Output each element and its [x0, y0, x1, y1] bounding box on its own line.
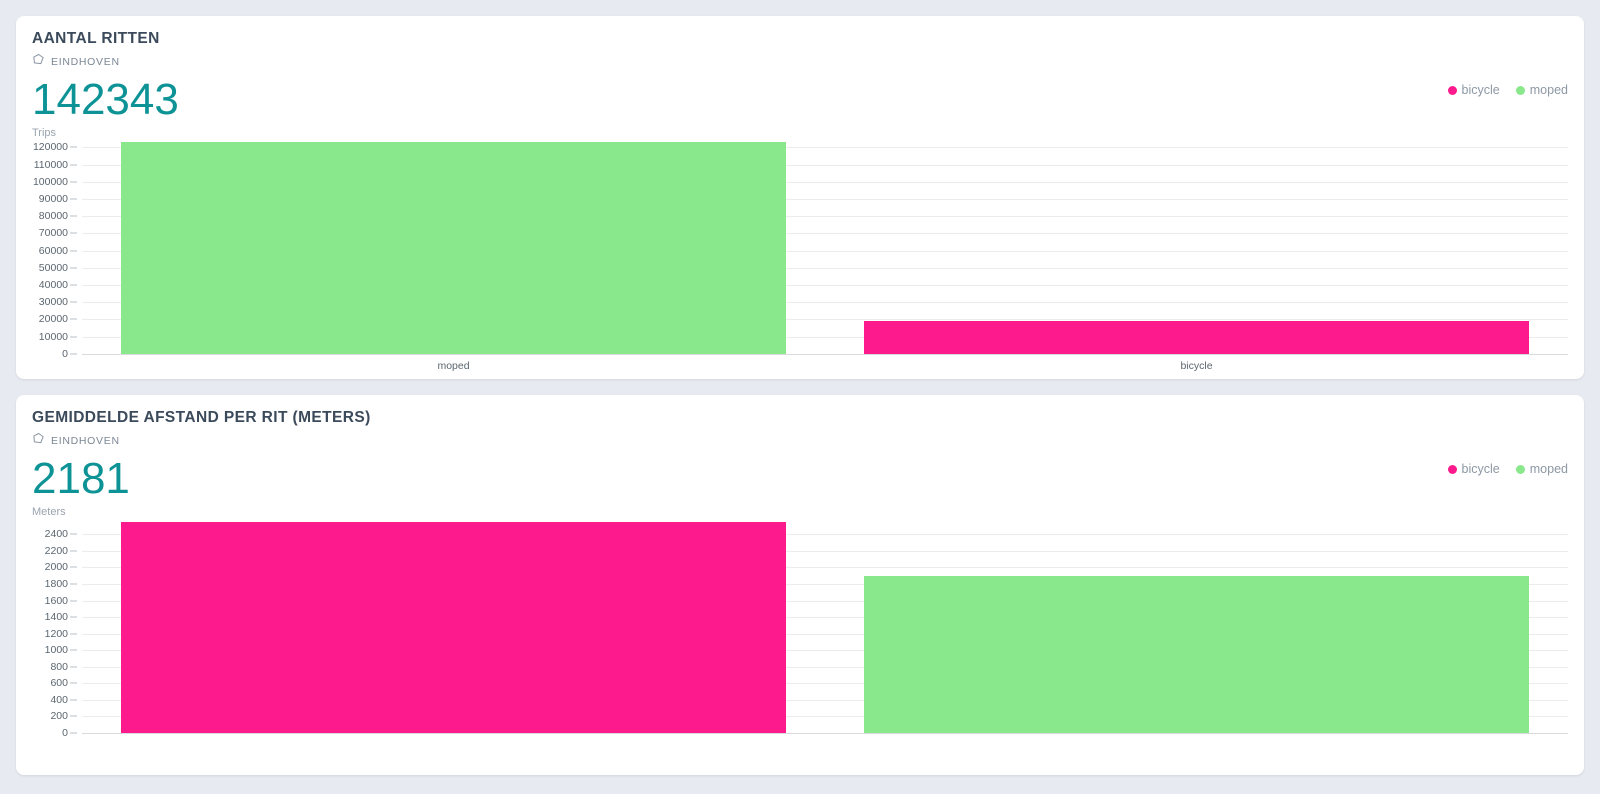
bar-chart-trips: 0 10000 20000 30000 40000 50000 60000 70000 8000… — [16, 139, 1584, 360]
bar-moped[interactable] — [864, 575, 1529, 733]
bar-bicycle[interactable] — [121, 521, 786, 733]
y-axis-tick-mark — [70, 666, 77, 668]
y-axis-tick-label: 40000 — [38, 279, 68, 292]
legend-item-moped[interactable]: moped — [1515, 462, 1568, 476]
legend-label-bicycle: bicycle — [1461, 83, 1500, 97]
y-axis-tick-mark — [70, 600, 77, 602]
metric-unit: Trips — [32, 126, 57, 139]
location-label: EINDHOVEN — [51, 435, 120, 448]
y-axis-tick-label: 600 — [50, 677, 68, 690]
y-axis-tick-label: 1800 — [44, 577, 68, 590]
y-axis-tick-mark — [70, 146, 77, 148]
y-axis-tick-label: 1400 — [44, 611, 68, 624]
y-axis-tick-label: 70000 — [38, 227, 68, 240]
legend-item-bicycle[interactable]: bicycle — [1447, 462, 1500, 476]
chart-legend: bicycle moped — [1447, 83, 1568, 97]
y-axis-tick-label: 2000 — [44, 561, 68, 574]
y-axis-tick-label: 2400 — [44, 528, 68, 541]
y-axis-tick-label: 1200 — [44, 627, 68, 640]
y-axis-tick-label: 110000 — [33, 158, 68, 171]
y-axis-tick-mark — [70, 550, 77, 552]
page-title: GEMIDDELDE AFSTAND PER RIT (METERS) — [32, 409, 371, 426]
y-axis-tick-mark — [70, 633, 77, 635]
y-axis-tick-label: 10000 — [38, 330, 68, 343]
y-axis-tick-label: 30000 — [38, 296, 68, 309]
y-axis-tick-mark — [70, 583, 77, 585]
y-axis-tick-label: 50000 — [38, 261, 68, 274]
y-axis-tick-mark — [70, 232, 77, 234]
location-row: EINDHOVEN — [32, 432, 1568, 450]
x-axis-label: bicycle — [1180, 360, 1213, 372]
x-axis-labels: moped bicycle — [16, 354, 1584, 376]
y-axis-tick-mark — [70, 284, 77, 286]
location-label: EINDHOVEN — [51, 56, 120, 69]
y-axis-tick-mark — [70, 566, 77, 568]
y-axis-tick-mark — [70, 649, 77, 651]
y-axis-tick-label: 80000 — [38, 210, 68, 223]
legend-dot-bicycle — [1447, 85, 1457, 95]
card-aantal-ritten: AANTAL RITTEN EINDHOVEN 142343 Trips bic… — [16, 16, 1584, 379]
y-axis-tick-label: 100000 — [32, 175, 68, 188]
y-axis-tick-label: 400 — [50, 693, 68, 706]
legend-item-moped[interactable]: moped — [1515, 83, 1568, 97]
card-header: GEMIDDELDE AFSTAND PER RIT (METERS) EIND… — [16, 395, 1584, 518]
y-axis-tick-label: 200 — [50, 710, 68, 723]
y-axis-tick-mark — [70, 682, 77, 684]
location-row: EINDHOVEN — [32, 53, 1568, 71]
metric-value: 142343 — [32, 75, 179, 125]
metric-unit: Meters — [32, 505, 66, 518]
y-axis-tick-mark — [70, 181, 77, 183]
metric-value: 2181 — [32, 454, 130, 504]
legend-dot-moped — [1515, 464, 1525, 474]
card-header: AANTAL RITTEN EINDHOVEN 142343 Trips — [16, 16, 1584, 139]
y-axis-tick-mark — [70, 215, 77, 217]
card-gemiddelde-afstand: GEMIDDELDE AFSTAND PER RIT (METERS) EIND… — [16, 395, 1584, 775]
page-title: AANTAL RITTEN — [32, 30, 160, 47]
legend-item-bicycle[interactable]: bicycle — [1447, 83, 1500, 97]
y-axis-tick-mark — [70, 250, 77, 252]
y-axis-tick-label: 90000 — [38, 193, 68, 206]
y-axis-tick-mark — [70, 318, 77, 320]
y-axis-tick-mark — [70, 301, 77, 303]
polygon-area-icon — [32, 432, 45, 450]
bar-bicycle[interactable] — [864, 320, 1529, 354]
y-axis-tick-label: 2200 — [44, 544, 68, 557]
bar-moped[interactable] — [121, 142, 786, 354]
y-axis-tick-label: 1000 — [44, 644, 68, 657]
chart-legend: bicycle moped — [1447, 462, 1568, 476]
legend-dot-moped — [1515, 85, 1525, 95]
polygon-area-icon — [32, 53, 45, 71]
bar-chart-distance: 0 200 400 600 800 1000 1200 1400 1600 1800 2000 220… — [16, 518, 1584, 739]
y-axis-tick-label: 60000 — [38, 244, 68, 257]
legend-label-bicycle: bicycle — [1461, 462, 1500, 476]
legend-label-moped: moped — [1529, 462, 1568, 476]
y-axis-tick-mark — [70, 616, 77, 618]
axis-baseline — [82, 732, 1568, 734]
y-axis-tick-mark — [70, 732, 77, 734]
y-axis-tick-label: 20000 — [38, 313, 68, 326]
y-axis-tick-mark — [70, 699, 77, 701]
y-axis-tick-mark — [70, 336, 77, 338]
y-axis-tick-mark — [70, 267, 77, 269]
legend-label-moped: moped — [1529, 83, 1568, 97]
dashboard-page: AANTAL RITTEN EINDHOVEN 142343 Trips bic… — [0, 0, 1600, 794]
y-axis-tick-mark — [70, 533, 77, 535]
y-axis-tick-label: 1600 — [44, 594, 68, 607]
y-axis-tick-mark — [70, 164, 77, 166]
y-axis-tick-label: 120000 — [32, 141, 68, 154]
x-axis-label: moped — [437, 360, 470, 372]
y-axis-tick-mark — [70, 198, 77, 200]
legend-dot-bicycle — [1447, 464, 1457, 474]
y-axis-tick-mark — [70, 715, 77, 717]
y-axis-tick-label: 800 — [50, 660, 68, 673]
y-axis-tick-label: 0 — [62, 726, 68, 739]
